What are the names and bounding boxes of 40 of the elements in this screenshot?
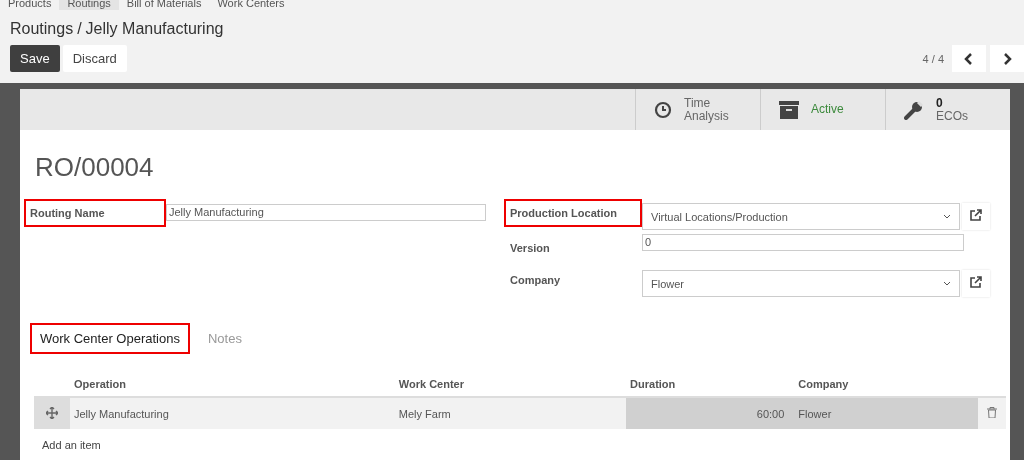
table-cell: Mely Farm	[394, 397, 627, 429]
external-link-icon	[970, 276, 982, 288]
field-label: Company	[509, 273, 562, 288]
breadcrumb-current: Jelly Manufacturing	[85, 20, 224, 38]
discard-button[interactable]: Discard	[62, 45, 127, 72]
record-title: RO/00004	[35, 152, 155, 183]
select-field[interactable]: Flower	[642, 270, 960, 297]
field-label: Version	[509, 241, 551, 256]
previous-button[interactable]	[952, 45, 986, 72]
external-link-button[interactable]	[962, 203, 990, 230]
chevron-down-icon	[943, 280, 951, 287]
save-button[interactable]: Save	[10, 45, 60, 72]
text-field[interactable]: 0	[642, 234, 964, 251]
field-label: Routing Name	[24, 199, 166, 227]
move-handle-icon[interactable]	[46, 406, 58, 419]
menu-item[interactable]: Routings	[59, 0, 119, 10]
chevron-down-icon	[943, 213, 951, 220]
select-field[interactable]: Virtual Locations/Production	[642, 203, 960, 230]
pager-counter: 4 / 4	[922, 52, 944, 65]
tab[interactable]: Work Center Operations	[30, 323, 190, 354]
menu-item[interactable]: Work Centers	[209, 0, 293, 10]
wrench-icon	[904, 99, 924, 120]
table-cell: Jelly Manufacturing	[70, 397, 395, 429]
external-link-button[interactable]	[962, 270, 990, 297]
add-item-link[interactable]: Add an item	[42, 439, 101, 451]
table-cell: Flower	[794, 397, 978, 429]
clock-icon	[654, 100, 672, 119]
menu-item[interactable]: Bill of Materials	[118, 0, 210, 10]
archive-box-icon	[779, 100, 799, 119]
breadcrumb-link[interactable]: Routings	[10, 20, 74, 38]
table-cell: 60:00	[626, 397, 795, 429]
menu-item[interactable]: Products	[0, 0, 60, 10]
next-button[interactable]	[990, 45, 1024, 72]
chevron-right-icon	[1002, 52, 1012, 65]
chevron-left-icon	[964, 52, 974, 65]
trash-icon[interactable]	[987, 407, 997, 418]
external-link-icon	[970, 209, 982, 221]
text-field[interactable]: Jelly Manufacturing	[166, 204, 486, 221]
field-label: Production Location	[504, 199, 642, 227]
breadcrumb-separator: /	[77, 20, 82, 38]
